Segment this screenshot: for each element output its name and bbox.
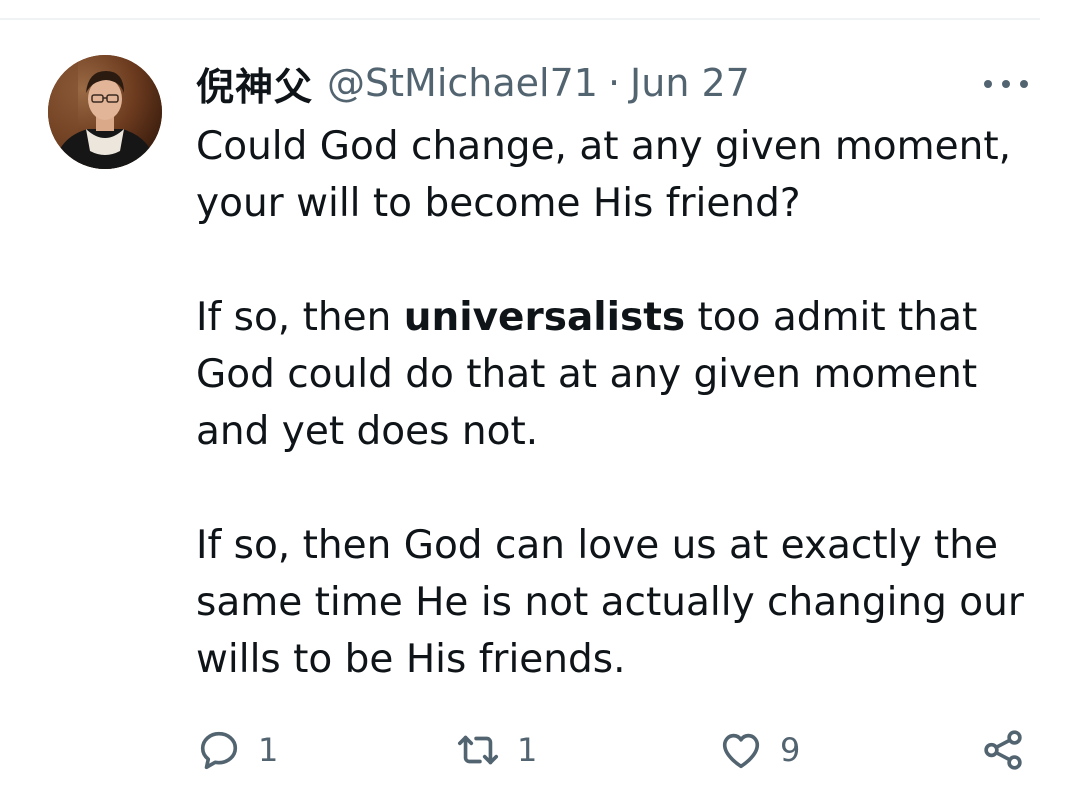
reply-button[interactable]: 1 [196,722,278,778]
share-icon [984,730,1022,770]
bold-text-run: universalists [403,295,686,340]
text-run: If so, then God can love us at exactly t… [196,523,1024,682]
more-options-button[interactable] [984,72,1028,96]
retweet-button[interactable]: 1 [455,722,537,778]
tweet-header: 倪神父 @StMichael71 · Jun 27 [196,56,750,111]
tweet-text: Could God change, at any given moment, y… [196,118,1046,688]
more-horizontal-icon [984,80,992,88]
retweet-icon [457,735,499,765]
retweet-count: 1 [517,731,538,769]
tweet-actions: 1 1 9 [0,722,1080,778]
more-dot [1002,80,1010,88]
tweet: 倪神父 @StMichael71 · Jun 27 Could God chan… [0,0,1080,811]
reply-count: 1 [258,731,279,769]
user-handle[interactable]: @StMichael71 [327,61,598,105]
tweet-date[interactable]: Jun 27 [630,61,750,105]
like-count: 9 [780,731,801,769]
like-button[interactable]: 9 [718,722,800,778]
more-dot [1020,80,1028,88]
tweet-paragraph-2: If so, then universalists too admit that… [196,289,1046,460]
separator-dot: · [607,61,621,105]
heart-icon [722,733,760,769]
tweet-paragraph-1: Could God change, at any given moment, y… [196,118,1046,232]
avatar[interactable] [48,55,162,169]
text-run: Could God change, at any given moment, y… [196,124,1012,226]
share-button[interactable] [980,722,1026,778]
text-run: If so, then [196,295,404,340]
avatar-photo [48,55,162,169]
tweet-paragraph-3: If so, then God can love us at exactly t… [196,517,1046,688]
display-name[interactable]: 倪神父 [196,56,313,111]
reply-icon [200,731,238,770]
